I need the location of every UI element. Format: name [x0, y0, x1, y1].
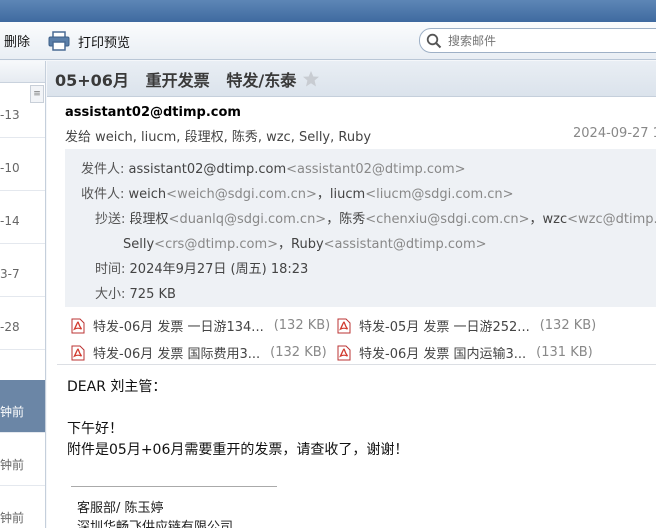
from-name[interactable]: assistant02@dtimp.com [129, 162, 287, 177]
size-value: 725 KB [129, 287, 176, 302]
separator: ， [278, 237, 292, 252]
cc-name-wzc[interactable]: wzc [543, 212, 568, 227]
attachment-item[interactable]: 特发-06月 发票 一日游134... (132 KB) [71, 316, 330, 335]
list-item[interactable]: 3-7 [0, 244, 45, 297]
separator: ， [326, 212, 340, 227]
body-line: 下午好！ [67, 421, 123, 437]
cc-row: 抄送: 段理权<duanlq@sdgi.com.cn>，陈秀<chenxiu@s… [95, 208, 656, 227]
reading-pane: 05+06月 重开发票 特发/东泰 assistant02@dtimp.com … [47, 61, 656, 528]
time-label: 时间: [95, 262, 126, 277]
cc-address-ruby: <assistant@dtimp.com> [323, 237, 487, 252]
cc-label: 抄送: [95, 212, 126, 227]
from-label: 发件人: [81, 162, 125, 177]
printer-icon [48, 31, 70, 51]
message-list-pane: ≡ -13 -10 -14 3-7 -28 钟前 钟前 钟前 [0, 61, 46, 528]
message-list-header [0, 61, 45, 83]
list-item[interactable]: -10 [0, 138, 45, 191]
search-box[interactable] [419, 28, 656, 53]
print-preview-button[interactable]: 打印预览 [48, 31, 130, 51]
attachment-item[interactable]: 特发-06月 发票 国际费用3... (132 KB) [71, 343, 327, 362]
from-row: 发件人: assistant02@dtimp.com<assistant02@d… [81, 158, 466, 177]
time-row: 时间: 2024年9月27日 (周五) 18:23 [95, 258, 308, 277]
delete-button[interactable]: 删除 [4, 31, 30, 50]
to-name-liucm[interactable]: liucm [330, 187, 365, 202]
search-input[interactable] [448, 33, 648, 48]
cc-address-duanlq: <duanlq@sdgi.com.cn> [168, 212, 327, 227]
body-greeting: DEAR 刘主管： [67, 379, 167, 395]
search-icon [426, 33, 442, 48]
signature-company: 深圳华畅飞供应链有限公司 [77, 520, 234, 528]
list-item-date: 3-7 [0, 267, 20, 281]
to-row: 收件人: weich<weich@sdgi.com.cn>，liucm<liuc… [81, 183, 514, 202]
list-item-date: -13 [0, 108, 20, 122]
recipients-summary[interactable]: 发给 weich, liucm, 段理权, 陈秀, wzc, Selly, Ru… [65, 126, 371, 145]
list-item[interactable]: -13 [0, 85, 45, 138]
size-label: 大小: [95, 287, 126, 302]
to-address-weich: <weich@sdgi.com.cn> [166, 187, 317, 202]
list-item[interactable]: 钟前 [0, 433, 45, 486]
message-date: 2024-09-27 1 [573, 126, 656, 141]
to-address-liucm: <liucm@sdgi.com.cn> [365, 187, 514, 202]
print-preview-label: 打印预览 [78, 35, 131, 51]
size-row: 大小: 725 KB [95, 283, 176, 302]
attachment-name: 特发-06月 发票 一日游134... [93, 320, 264, 335]
list-item[interactable]: 钟前 [0, 486, 45, 528]
cc-name-chenxiu[interactable]: 陈秀 [339, 212, 365, 227]
attachment-name: 特发-06月 发票 国内运输3... [359, 347, 527, 362]
list-item[interactable]: -14 [0, 191, 45, 244]
cc-address-chenxiu: <chenxiu@sdgi.com.cn> [365, 212, 530, 227]
list-item-date: 钟前 [0, 511, 25, 525]
message-details-panel: 发件人: assistant02@dtimp.com<assistant02@d… [65, 149, 656, 307]
list-item[interactable]: -28 [0, 297, 45, 350]
cc-name-duanlq[interactable]: 段理权 [130, 212, 169, 227]
list-item-date: -28 [0, 320, 20, 334]
delete-button-label: 删除 [4, 35, 31, 50]
attachment-size: (132 KB) [539, 318, 597, 333]
attachment-item[interactable]: 特发-06月 发票 国内运输3... (131 KB) [337, 343, 593, 362]
signature-divider [71, 486, 277, 487]
attachment-size: (132 KB) [273, 318, 331, 333]
pdf-icon [337, 345, 351, 360]
to-name-weich[interactable]: weich [129, 187, 167, 202]
subject-bar: 05+06月 重开发票 特发/东泰 [47, 61, 656, 97]
attachments-divider [57, 364, 656, 365]
time-value: 2024年9月27日 (周五) 18:23 [129, 262, 309, 277]
signature-dept: 客服部/ 陈玉婷 [77, 501, 164, 516]
body-line: 附件是05月+06月需要重开的发票，请查收了，谢谢！ [67, 442, 409, 458]
list-item-date: 钟前 [0, 405, 25, 419]
list-item-date: 钟前 [0, 458, 25, 472]
attachment-item[interactable]: 特发-05月 发票 一日游252... (132 KB) [337, 316, 596, 335]
separator: ， [529, 212, 543, 227]
attachment-name: 特发-06月 发票 国际费用3... [93, 347, 261, 362]
message-subject: 05+06月 重开发票 特发/东泰 [55, 70, 297, 90]
window-titlebar [0, 0, 656, 22]
pdf-icon [71, 345, 85, 360]
pdf-icon [71, 318, 85, 333]
list-item-date: -14 [0, 214, 20, 228]
pdf-icon [337, 318, 351, 333]
from-address: <assistant02@dtimp.com> [286, 162, 466, 177]
list-item-date: -10 [0, 161, 20, 175]
attachment-name: 特发-05月 发票 一日游252... [359, 320, 530, 335]
to-label: 收件人: [81, 187, 125, 202]
attachment-size: (132 KB) [270, 345, 327, 360]
list-item-selected[interactable]: 钟前 [0, 380, 45, 433]
cc-name-ruby[interactable]: Ruby [291, 237, 324, 252]
cc-row-continued: Selly<crs@dtimp.com>，Ruby<assistant@dtim… [123, 233, 487, 252]
cc-name-selly[interactable]: Selly [123, 237, 154, 252]
sender-name[interactable]: assistant02@dtimp.com [65, 105, 241, 120]
separator: ， [316, 187, 330, 202]
attachment-size: (131 KB) [536, 345, 593, 360]
cc-address-selly: <crs@dtimp.com> [154, 237, 278, 252]
cc-address-wzc: <wzc@dtimp.com [567, 212, 656, 227]
star-icon[interactable] [302, 70, 320, 88]
toolbar: 删除 打印预览 [0, 22, 656, 60]
